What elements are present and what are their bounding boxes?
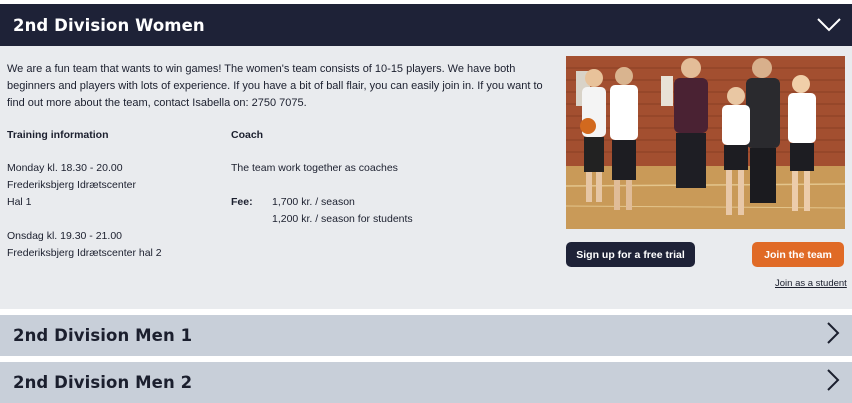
chevron-right-icon[interactable] [826,322,840,349]
fee-season: 1,700 kr. / season [272,196,355,208]
chevron-right-icon[interactable] [826,369,840,396]
training-1-day: Monday kl. 18.30 - 20.00 [7,162,123,174]
accordion-body: We are a fun team that wants to win game… [0,46,852,309]
accordion-2nd-division-women: 2nd Division Women We are a fun team tha… [0,4,852,309]
accordion-title: 2nd Division Men 2 [13,373,193,392]
coach-text: The team work together as coaches [231,162,398,174]
accordion-title: 2nd Division Men 1 [13,326,193,345]
team-photo [566,56,845,229]
accordion-2nd-division-men-1[interactable]: 2nd Division Men 1 [0,315,852,356]
fee-label: Fee: [231,196,253,208]
accordion-2nd-division-men-2[interactable]: 2nd Division Men 2 [0,362,852,403]
training-1-hall: Hal 1 [7,196,32,208]
accordion-header-women[interactable]: 2nd Division Women [0,4,852,46]
join-team-button[interactable]: Join the team [752,242,844,267]
fee-students: 1,200 kr. / season for students [272,213,413,225]
training-2-day: Onsdag kl. 19.30 - 21.00 [7,230,122,242]
training-info-heading: Training information [7,129,109,141]
join-as-student-link[interactable]: Join as a student [775,278,847,289]
training-2-place: Frederiksbjerg Idrætscenter hal 2 [7,247,162,259]
accordion-title: 2nd Division Women [13,15,205,35]
chevron-down-icon[interactable] [814,10,844,40]
coach-heading: Coach [231,129,264,141]
free-trial-button[interactable]: Sign up for a free trial [566,242,695,267]
training-1-place: Frederiksbjerg Idrætscenter [7,179,136,191]
team-description: We are a fun team that wants to win game… [7,63,543,109]
